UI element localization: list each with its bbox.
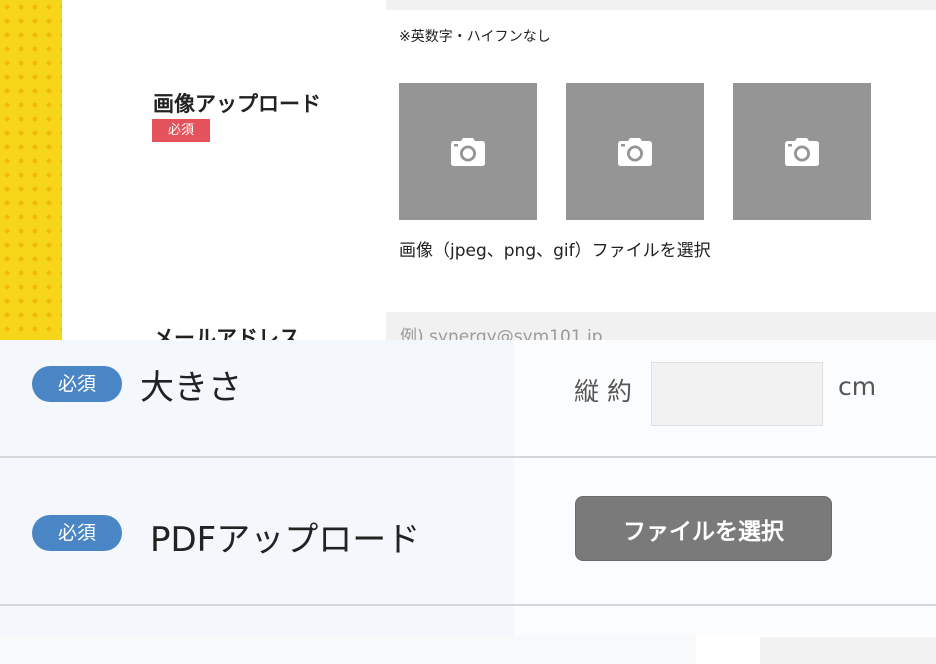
camera-icon [785,137,819,166]
detail-form: 必須 大きさ 縦 約 cm 必須 PDFアップロード ファイルを選択 [0,340,936,664]
height-label: 縦 約 [574,377,632,406]
next-row-input[interactable] [760,637,936,664]
previous-input-field[interactable] [386,0,936,10]
pdf-required-badge: 必須 [32,515,122,551]
image-upload-form: ※英数字・ハイフンなし 画像アップロード 必須 画像（jpeg、png、gif）… [0,0,936,340]
upload-file-type-caption: 画像（jpeg、png、gif）ファイルを選択 [399,241,711,261]
size-label: 大きさ [140,368,242,408]
input-note: ※英数字・ハイフンなし [399,29,551,45]
row-divider [0,604,936,606]
required-badge: 必須 [152,119,210,142]
camera-icon [451,137,485,166]
photo-upload-slot-2[interactable] [566,83,704,220]
image-upload-label: 画像アップロード [153,92,321,116]
size-required-badge: 必須 [32,366,122,402]
row-divider [0,456,936,458]
unit-label: cm [838,372,877,401]
height-input[interactable] [651,362,823,426]
email-field[interactable] [386,312,936,340]
camera-icon [618,137,652,166]
photo-upload-slot-3[interactable] [733,83,871,220]
pdf-upload-label: PDFアップロード [150,520,421,560]
decorative-dot-pattern [0,0,62,340]
photo-upload-slot-1[interactable] [399,83,537,220]
next-row-label-area [0,635,696,664]
choose-file-button[interactable]: ファイルを選択 [575,496,832,561]
email-label: メールアドレス [153,326,300,340]
